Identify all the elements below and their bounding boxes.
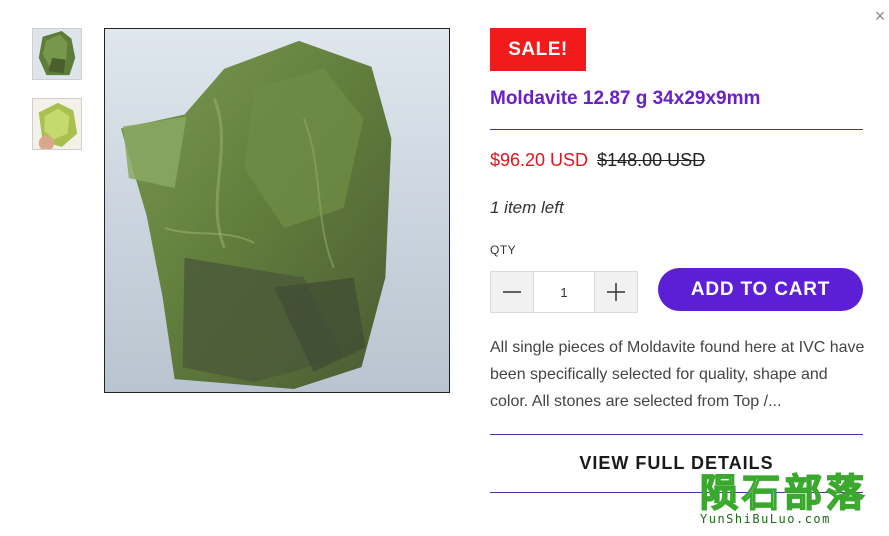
price-current: $96.20 USD — [490, 150, 589, 170]
thumbnail-1[interactable] — [32, 28, 82, 80]
thumbnail-2[interactable] — [32, 98, 82, 150]
decrease-quantity-button[interactable] — [491, 272, 533, 312]
plus-icon — [607, 283, 625, 301]
moldavite-thumbnail-image — [33, 99, 81, 149]
quantity-stepper — [490, 271, 638, 313]
price: $96.20 USD $148.00 USD — [490, 150, 705, 171]
product-description: All single pieces of Moldavite found her… — [490, 339, 865, 410]
add-to-cart-button[interactable]: ADD TO CART — [658, 268, 863, 311]
watermark-text: 陨石部落 — [699, 470, 869, 516]
price-original: $148.00 USD — [597, 150, 706, 170]
product-main-image[interactable] — [104, 28, 450, 393]
moldavite-thumbnail-image — [33, 29, 81, 79]
qty-label: QTY — [490, 243, 517, 257]
sale-badge: SALE! — [490, 28, 586, 71]
moldavite-photo — [105, 29, 449, 392]
stock-note: 1 item left — [490, 198, 564, 217]
close-icon[interactable]: × — [872, 6, 888, 26]
divider — [490, 434, 863, 435]
thumbnail-list — [32, 28, 84, 168]
watermark-logo: 陨石部落 YunShiBuLuo.com — [699, 470, 885, 532]
quantity-input[interactable] — [533, 272, 595, 312]
minus-icon — [503, 291, 521, 293]
product-title[interactable]: Moldavite 12.87 g 34x29x9mm — [490, 88, 760, 110]
increase-quantity-button[interactable] — [595, 272, 637, 312]
divider — [490, 129, 863, 130]
